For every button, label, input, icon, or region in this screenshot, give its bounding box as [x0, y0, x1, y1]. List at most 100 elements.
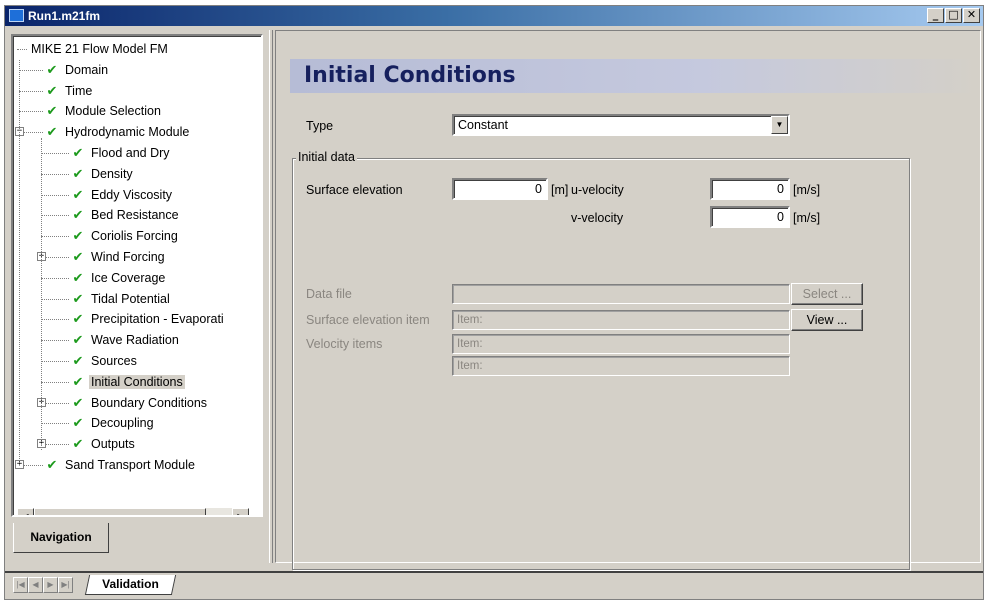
minimize-button[interactable]: _	[927, 8, 944, 23]
tree-connector	[41, 319, 69, 321]
tree-item-label: Sand Transport Module	[65, 458, 195, 472]
tree-item-label: Wave Radiation	[91, 333, 179, 348]
page-title: Initial Conditions	[290, 59, 978, 93]
tree-connector	[41, 381, 69, 383]
v-velocity-label: v-velocity	[571, 211, 624, 225]
app-icon	[9, 9, 24, 22]
surface-elevation-label: Surface elevation	[306, 183, 403, 197]
first-tab-icon[interactable]: |◀	[13, 577, 28, 593]
tree-item[interactable]: ✔ Eddy Viscosity	[71, 185, 174, 205]
initial-conditions-panel: Initial Conditions Type Constant ▼ Initi…	[275, 30, 981, 570]
tab-validation[interactable]: Validation	[84, 575, 176, 595]
u-velocity-input[interactable]: 0	[710, 178, 790, 200]
tree-item[interactable]: ✔ Density	[71, 164, 135, 184]
checkmark-icon: ✔	[72, 186, 84, 202]
tree-item[interactable]: ✔ Decoupling	[71, 413, 156, 433]
v-velocity-input[interactable]: 0	[710, 206, 790, 228]
checkmark-icon: ✔	[72, 290, 84, 306]
velocity-item-2-field[interactable]: Item:	[452, 356, 790, 376]
tab-navigation[interactable]: Navigation	[13, 523, 109, 553]
tree-trunk	[19, 60, 20, 465]
tree-item-label: Time	[65, 83, 93, 98]
navigation-tree: ◀ ▶ MIKE 21 Flow Model FM ✔ Domain ✔ Time ✔ Mo…	[11, 34, 263, 517]
tree-item[interactable]: ✔ Domain	[45, 60, 110, 80]
select-button[interactable]: Select ...	[791, 283, 863, 305]
tree-item-label: Density	[91, 166, 133, 181]
surface-elevation-item-field[interactable]: Item:	[452, 310, 790, 330]
tree-item[interactable]: ✔ Boundary Conditions	[71, 393, 209, 413]
checkmark-icon: ✔	[46, 124, 58, 140]
tree-item-label: Decoupling	[91, 416, 154, 431]
scroll-thumb[interactable]	[34, 508, 206, 515]
checkmark-icon: ✔	[72, 415, 84, 431]
tree-item-label: Sources	[91, 354, 137, 368]
surface-elevation-item-label: Surface elevation item	[306, 313, 430, 327]
scroll-left-button[interactable]: ◀	[17, 508, 34, 515]
tree-item-label: Boundary Conditions	[91, 395, 208, 410]
tree-connector	[41, 298, 69, 300]
type-dropdown[interactable]: Constant ▼	[452, 114, 790, 136]
tree-item-label: Precipitation - Evaporati	[91, 312, 224, 327]
checkmark-icon: ✔	[46, 82, 58, 98]
window-title: Run1.m21fm	[28, 9, 101, 23]
tree-connector	[17, 49, 27, 50]
next-tab-icon[interactable]: ▶	[43, 577, 58, 593]
type-label: Type	[306, 119, 334, 133]
tree-item[interactable]: ✔ Sand Transport Module	[45, 455, 197, 475]
tree-item-label: MIKE 21 Flow Model FM	[31, 42, 168, 56]
tree-item-label: Tidal Potential	[91, 291, 170, 306]
u-velocity-label: u-velocity	[571, 183, 624, 197]
close-button[interactable]: ✕	[963, 8, 980, 23]
tree-connector	[41, 277, 69, 279]
tree-item-label: Ice Coverage	[91, 270, 166, 285]
title-bar[interactable]: Run1.m21fm _ □ ✕	[5, 6, 983, 26]
v-velocity-unit: [m/s]	[793, 211, 821, 225]
tree-item-label: Eddy Viscosity	[91, 187, 173, 202]
view-button[interactable]: View ...	[791, 309, 863, 331]
application-window: Run1.m21fm _ □ ✕ ◀ ▶ MIKE 21 Flow Model …	[4, 5, 984, 600]
checkmark-icon: ✔	[72, 165, 84, 181]
tree-connector	[19, 90, 43, 92]
checkmark-icon: ✔	[72, 436, 84, 452]
tree-item-label: Flood and Dry	[91, 146, 170, 160]
velocity-item-1-field[interactable]: Item:	[452, 334, 790, 354]
tree-horizontal-scrollbar[interactable]: ◀ ▶	[17, 508, 249, 515]
tree-item[interactable]: ✔ Coriolis Forcing	[71, 226, 180, 246]
tree-item[interactable]: ✔ Module Selection	[45, 101, 163, 121]
tree-item[interactable]: MIKE 21 Flow Model FM	[29, 39, 170, 59]
scroll-right-button[interactable]: ▶	[232, 508, 249, 515]
tree-item[interactable]: ✔ Ice Coverage	[71, 268, 167, 288]
tree-item[interactable]: ✔ Sources	[71, 351, 139, 371]
tree-item-label: Domain	[65, 62, 109, 77]
surface-elevation-input[interactable]: 0	[452, 178, 548, 200]
bottom-tab-bar: |◀ ◀ ▶ ▶| Validation	[5, 571, 983, 599]
checkmark-icon: ✔	[72, 353, 84, 368]
tree-connector	[41, 173, 69, 175]
maximize-button[interactable]: □	[945, 8, 962, 23]
tree-item[interactable]: ✔ Precipitation - Evaporati	[71, 309, 226, 329]
data-file-field[interactable]	[452, 284, 790, 304]
tree-item-label: Initial Conditions	[89, 374, 185, 389]
previous-tab-icon[interactable]: ◀	[28, 577, 43, 593]
tree-item-label: Hydrodynamic Module	[65, 125, 190, 140]
tree-item[interactable]: ✔ Wind Forcing	[71, 247, 167, 267]
checkmark-icon: ✔	[72, 373, 84, 389]
checkmark-icon: ✔	[72, 249, 84, 264]
tree-item[interactable]: ✔ Time	[45, 81, 94, 101]
tree-item[interactable]: ✔ Flood and Dry	[71, 143, 172, 163]
pane-splitter[interactable]	[269, 30, 273, 563]
tree-item[interactable]: ✔ Outputs	[71, 434, 137, 454]
checkmark-icon: ✔	[72, 269, 84, 285]
chevron-down-icon[interactable]: ▼	[771, 116, 788, 134]
tree-item[interactable]: ✔ Initial Conditions	[71, 372, 185, 392]
checkmark-icon: ✔	[46, 61, 58, 77]
checkmark-icon: ✔	[72, 332, 84, 348]
checkmark-icon: ✔	[46, 103, 58, 119]
last-tab-icon[interactable]: ▶|	[58, 577, 73, 593]
tree-trunk	[41, 138, 42, 451]
tree-item[interactable]: ✔ Bed Resistance	[71, 205, 181, 225]
tree-item[interactable]: ✔ Tidal Potential	[71, 289, 172, 309]
tree-item-label: Bed Resistance	[91, 208, 179, 223]
tree-item[interactable]: ✔ Hydrodynamic Module	[45, 122, 191, 142]
tree-item[interactable]: ✔ Wave Radiation	[71, 330, 181, 350]
